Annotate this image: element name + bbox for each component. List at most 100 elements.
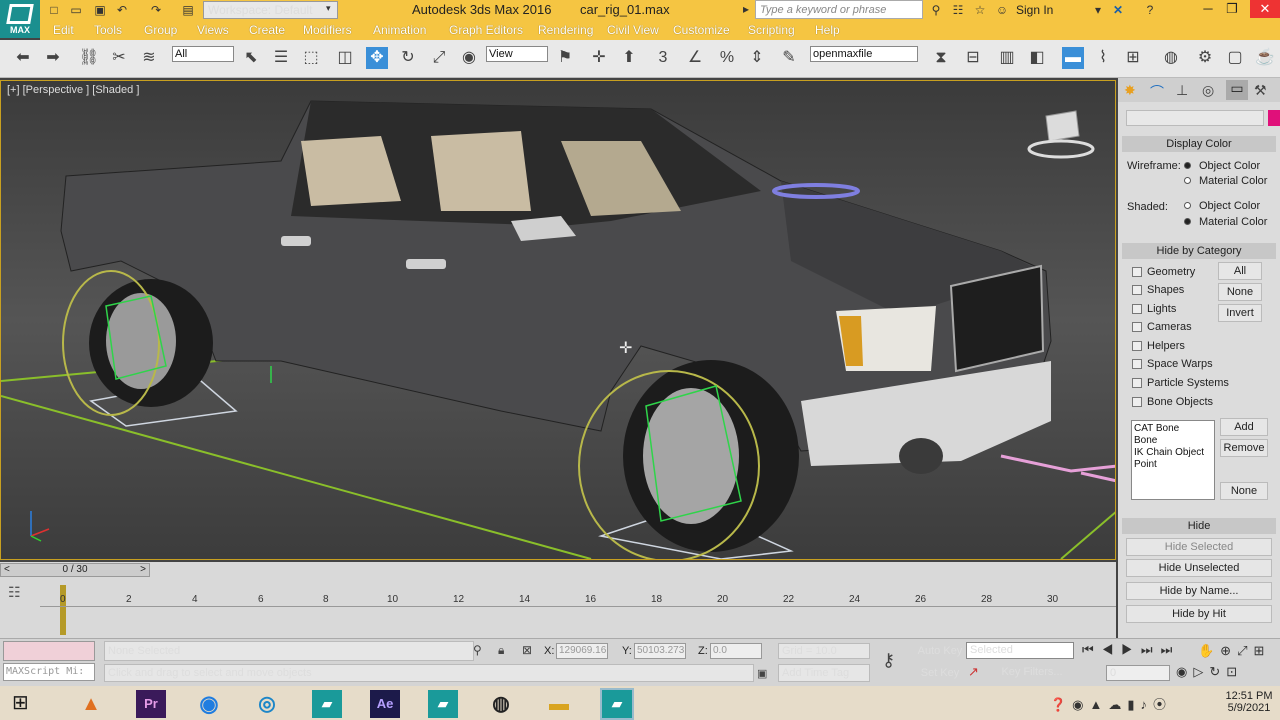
key-mode-dropdown[interactable]: Selected [966,642,1074,659]
hide-by-hit-button[interactable]: Hide by Hit [1126,605,1272,623]
set-key-button[interactable]: Set Key [918,665,962,681]
particle-systems-checkbox[interactable] [1132,378,1142,388]
helpers-checkbox[interactable] [1132,341,1142,351]
ref-coord-dropdown[interactable]: View [486,46,548,62]
menu-group[interactable]: Group [144,23,177,37]
motion-tab-icon[interactable]: ◎ [1202,82,1214,99]
time-slider[interactable]: < 0 / 30 > [0,563,150,577]
select-object-icon[interactable]: ⬉ [240,47,262,69]
restore-button[interactable]: ❐ [1220,0,1244,18]
maya-icon[interactable]: ▰ [428,690,458,718]
y-coord-field[interactable]: 50103.273 [634,643,686,659]
save-icon[interactable]: ▣ [92,2,108,18]
align-icon[interactable]: ⊟ [962,47,984,69]
close-button[interactable]: ✕ [1250,0,1280,18]
material-editor-icon[interactable]: ◍ [1160,47,1182,69]
open-icon[interactable]: ▭ [68,2,84,18]
after-effects-icon[interactable]: Ae [370,690,400,718]
time-tag-icon[interactable]: ▣ [757,667,767,680]
perspective-viewport[interactable]: ✛ [+] [Perspective ] [Shaded ] [0,80,1116,560]
percent-snap-icon[interactable]: % [716,47,738,69]
trackbar[interactable] [0,562,1116,638]
current-frame-field[interactable]: 0 [1106,665,1170,681]
viewport-nav-controls-2[interactable]: ◉▷↻⊡ [1176,664,1243,680]
menu-help[interactable]: Help [815,23,840,37]
menu-tools[interactable]: Tools [94,23,122,37]
ribbon-toggle-icon[interactable]: ▬ [1062,47,1084,69]
chevron-down-icon[interactable]: ▾ [1090,2,1106,18]
selection-filter-dropdown[interactable]: All [172,46,234,62]
app-logo[interactable]: MAX [0,0,40,38]
chrome-icon[interactable]: ◉ [194,690,224,718]
unlink-icon[interactable]: ✂ [108,47,130,69]
community-icon[interactable]: ☷ [950,2,966,18]
search-input[interactable]: Type a keyword or phrase [755,0,923,19]
isolate-icon[interactable]: ⚲ [473,643,482,657]
angle-snap-icon[interactable]: ∠ [684,47,706,69]
auto-key-button[interactable]: Auto Key [916,643,964,659]
render-icon[interactable]: ☕ [1254,47,1276,69]
binoculars-icon[interactable]: ⚲ [928,2,944,18]
maxscript-input[interactable]: MAXScript Mi: [3,663,95,681]
remove-button[interactable]: Remove [1220,439,1268,457]
shapes-checkbox[interactable] [1132,285,1142,295]
menu-graph-editors[interactable]: Graph Editors [449,23,523,37]
menu-animation[interactable]: Animation [373,23,426,37]
key-icon[interactable]: ⚷ [882,650,895,671]
playback-controls[interactable]: ⏮◀▶⏭⏭ [1082,642,1180,658]
hide-unselected-button[interactable]: Hide Unselected [1126,559,1272,577]
hide-by-name-button[interactable]: Hide by Name... [1126,582,1272,600]
edit-named-sets-icon[interactable]: ✎ [778,47,800,69]
list-item[interactable]: Point [1134,459,1212,471]
expand-arrow-icon[interactable]: ▸ [743,2,749,16]
move-icon[interactable]: ✥ [366,47,388,69]
hierarchy-tab-icon[interactable]: ⊥ [1176,82,1188,99]
add-button[interactable]: Add [1220,418,1268,436]
file-explorer-icon[interactable]: ▬ [544,690,574,718]
placement-icon[interactable]: ◉ [458,47,480,69]
wireframe-object-color-radio[interactable] [1184,162,1191,169]
slider-next-icon[interactable]: > [140,564,146,576]
object-name-field[interactable] [1126,110,1264,126]
project-folder-icon[interactable]: ▤ [180,2,196,18]
x-coord-field[interactable]: 129069.16 [556,643,608,659]
named-selection-dropdown[interactable]: openmaxfile [810,46,918,62]
schematic-view-icon[interactable]: ⊞ [1122,47,1144,69]
menu-modifiers[interactable]: Modifiers [303,23,352,37]
layer-explorer-icon[interactable]: ▥ [996,47,1018,69]
render-setup-icon[interactable]: ⚙ [1194,47,1216,69]
window-crossing-icon[interactable]: ◫ [334,47,356,69]
sign-in-button[interactable]: Sign In [1016,3,1053,17]
new-icon[interactable]: □ [46,2,62,18]
menu-edit[interactable]: Edit [53,23,74,37]
rect-selection-icon[interactable]: ⬚ [300,47,322,69]
menu-customize[interactable]: Customize [673,23,730,37]
slider-prev-icon[interactable]: < [4,564,10,576]
manipulate-icon[interactable]: ✛ [588,47,610,69]
snaps-toggle-icon[interactable]: 3 [652,47,674,69]
system-tray-icons[interactable]: ❓◉▲☁▮♪⦿ [1050,694,1172,713]
redo-icon[interactable]: ↷ [148,2,164,18]
list-item[interactable]: Bone [1134,435,1212,447]
all-button[interactable]: All [1218,262,1262,280]
utilities-tab-icon[interactable]: ⚒ [1254,82,1267,99]
link-icon[interactable]: ⛓ [78,47,100,69]
workspace-dropdown[interactable]: Workspace: Default [203,1,338,19]
menu-civil-view[interactable]: Civil View [607,23,659,37]
clock[interactable]: 12:51 PM 5/9/2021 [1222,690,1276,714]
cameras-checkbox[interactable] [1132,322,1142,332]
rotate-icon[interactable]: ↻ [397,47,419,69]
rendered-frame-icon[interactable]: ▢ [1224,47,1246,69]
display-color-rollout[interactable]: Display Color [1122,136,1276,152]
wireframe-material-color-radio[interactable] [1184,177,1191,184]
3dsmax-active-icon[interactable]: ▰ [600,688,634,720]
menu-views[interactable]: Views [197,23,229,37]
exchange-icon[interactable]: ✕ [1110,2,1126,18]
help-icon[interactable]: ? [1142,2,1158,18]
curve-editor-mini-icon[interactable]: ☷ [8,584,21,601]
viewport-nav-controls[interactable]: ✋⊕⤢⊞ [1198,643,1270,659]
undo-icon[interactable]: ↶ [114,2,130,18]
minimize-button[interactable]: ─ [1196,0,1220,18]
hide-selected-button[interactable]: Hide Selected [1126,538,1272,556]
lock-selection-icon[interactable]: 🔒︎ [498,643,504,658]
